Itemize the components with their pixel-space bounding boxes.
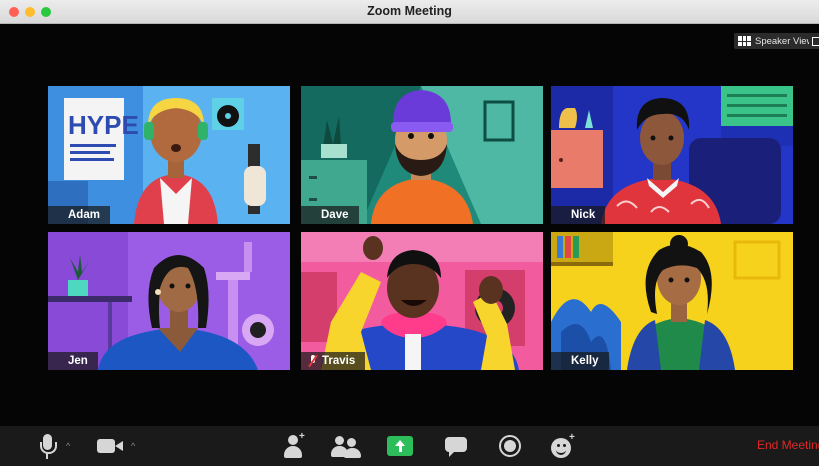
reactions-icon: + bbox=[550, 432, 576, 459]
meeting-toolbar: ^ ^ + + End Meeting bbox=[0, 426, 819, 466]
audio-options-caret[interactable]: ^ bbox=[66, 441, 70, 451]
fullscreen-button[interactable] bbox=[809, 33, 819, 49]
reactions-button[interactable]: + bbox=[550, 426, 576, 466]
title-bar: Zoom Meeting bbox=[0, 0, 819, 24]
video-tile-nick[interactable]: Nick bbox=[551, 86, 793, 224]
participant-name: Jen bbox=[68, 355, 88, 367]
video-tile-jen[interactable]: Jen bbox=[48, 232, 290, 370]
adam-video-feed: HYPE bbox=[48, 86, 290, 224]
start-video-button[interactable]: ^ bbox=[97, 426, 135, 466]
window-title: Zoom Meeting bbox=[367, 4, 452, 18]
video-tile-travis[interactable]: Travis bbox=[301, 232, 543, 370]
video-options-caret[interactable]: ^ bbox=[131, 441, 135, 451]
zoom-window: Zoom Meeting Speaker View HYPE Adam Dave… bbox=[0, 0, 819, 466]
kelly-video-feed bbox=[551, 232, 793, 370]
dave-video-feed bbox=[301, 86, 543, 224]
video-tile-kelly[interactable]: Kelly bbox=[551, 232, 793, 370]
participant-name-tag: Travis bbox=[301, 352, 366, 370]
hype-poster-text: HYPE bbox=[68, 110, 139, 140]
participant-name-tag: Nick bbox=[551, 206, 606, 224]
participant-name: Adam bbox=[68, 209, 100, 221]
participant-name: Nick bbox=[571, 209, 596, 221]
participant-name: Kelly bbox=[571, 355, 599, 367]
jen-video-feed bbox=[48, 232, 290, 370]
speaker-view-label: Speaker View bbox=[755, 35, 814, 47]
participant-name: Travis bbox=[322, 355, 356, 367]
participant-name: Dave bbox=[321, 209, 349, 221]
speaker-view-button[interactable]: Speaker View bbox=[734, 33, 818, 49]
microphone-icon bbox=[34, 431, 60, 461]
video-tile-dave[interactable]: Dave bbox=[301, 86, 543, 224]
mute-button[interactable]: ^ bbox=[34, 426, 70, 466]
nick-video-feed bbox=[551, 86, 793, 224]
participants-icon bbox=[331, 433, 361, 459]
participant-name-tag: Adam bbox=[48, 206, 110, 224]
invite-icon: + bbox=[282, 431, 306, 459]
video-tile-adam[interactable]: HYPE Adam bbox=[48, 86, 290, 224]
chat-icon bbox=[445, 435, 469, 457]
record-button[interactable] bbox=[499, 426, 521, 466]
share-screen-icon bbox=[387, 436, 413, 456]
invite-button[interactable]: + bbox=[282, 426, 306, 466]
record-icon bbox=[499, 435, 521, 457]
participant-name-tag: Kelly bbox=[551, 352, 609, 370]
muted-microphone-icon bbox=[309, 355, 317, 367]
chat-button[interactable] bbox=[445, 426, 469, 466]
participants-button[interactable] bbox=[331, 426, 361, 466]
grid-view-icon bbox=[738, 36, 751, 46]
end-meeting-button[interactable]: End Meeting bbox=[757, 438, 819, 452]
participant-name-tag: Jen bbox=[48, 352, 98, 370]
travis-video-feed bbox=[301, 232, 543, 370]
share-screen-button[interactable] bbox=[387, 426, 413, 466]
participant-name-tag: Dave bbox=[301, 206, 359, 224]
video-camera-icon bbox=[97, 438, 125, 454]
